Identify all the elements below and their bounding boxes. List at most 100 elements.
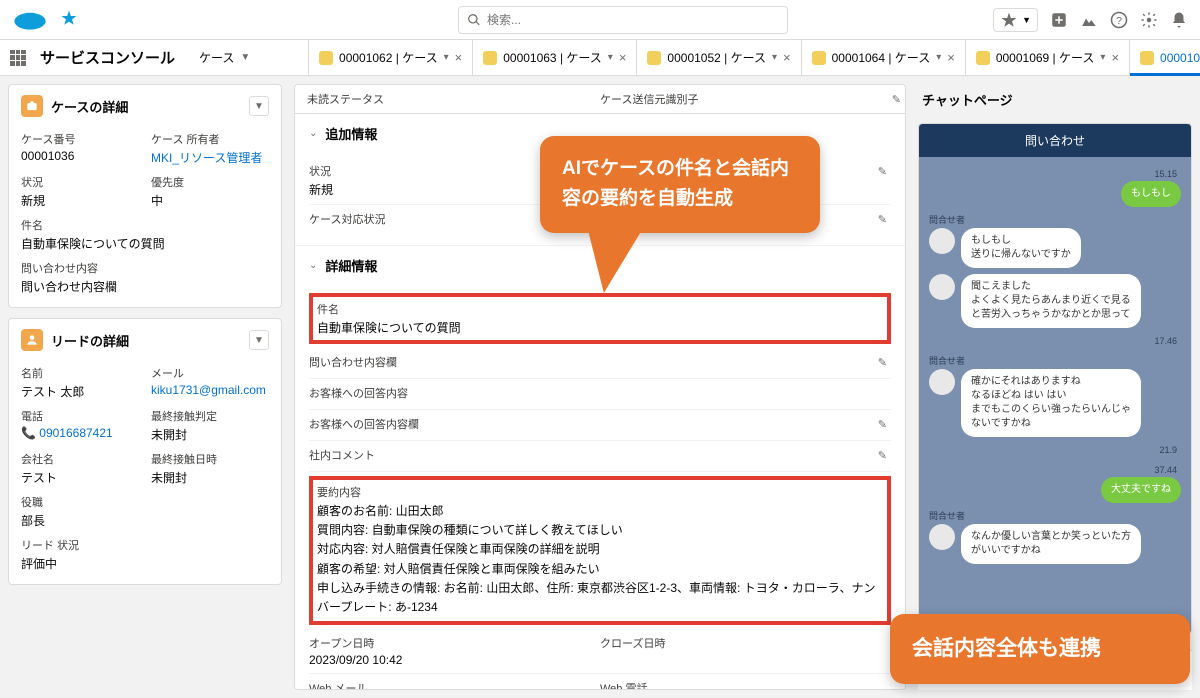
field-label: ケース 所有者 (151, 131, 269, 147)
card-title: ケースの詳細 (51, 97, 128, 116)
section-title: 追加情報 (325, 124, 377, 143)
field-value: 新規 (21, 192, 139, 209)
owner-link[interactable]: MKI_リソース管理者 (151, 149, 269, 166)
field-label: 問い合わせ内容 (21, 260, 269, 276)
case-detail-card: ケースの詳細 ▼ ケース番号00001036 ケース 所有者MKI_リソース管理… (8, 84, 282, 308)
global-search[interactable] (458, 6, 788, 34)
highlight-summary: 要約内容 顧客のお名前: 山田太郎質問内容: 自動車保険の種類について詳しく教え… (309, 476, 891, 625)
edit-icon[interactable]: ✎ (878, 165, 887, 178)
detail-column: 未読ステータス ケース送信元識別子 ⌄ 追加情報 状況新規✎ ケース対応状況✎ … (290, 76, 910, 698)
field-label: 最終接触日時 (151, 451, 269, 467)
email-link[interactable]: kiku1731@gmail.com (151, 383, 269, 397)
chat-bubble: 聞こえましたよくよく見たらあんまり近くで見ると苦労入っちゃうかなかとか思って (961, 274, 1141, 328)
timestamp: 15.15 (1154, 169, 1177, 179)
chevron-down-icon: ▾ (772, 52, 777, 63)
phone-link[interactable]: 📞 09016687421 (21, 426, 139, 440)
close-icon[interactable]: × (783, 50, 791, 65)
close-icon[interactable]: × (455, 50, 463, 65)
field-label: 電話 (21, 408, 139, 424)
chevron-down-icon: ⌄ (309, 260, 317, 271)
chat-message: 聞こえましたよくよく見たらあんまり近くで見ると苦労入っちゃうかなかとか思って (929, 274, 1181, 328)
field-label: オープン日時 (309, 635, 600, 651)
chat-message: 15.15もしもし (929, 167, 1181, 207)
field-label: Web メール (309, 680, 600, 690)
svg-text:?: ? (1116, 14, 1122, 26)
app-name: サービスコンソール (36, 47, 189, 68)
field-label: 役職 (21, 494, 139, 510)
collapse-button[interactable]: ▼ (249, 96, 269, 116)
collapse-button[interactable]: ▼ (249, 330, 269, 350)
close-icon[interactable]: × (947, 50, 955, 65)
nav-tab-primary[interactable]: ケース ▼ (189, 40, 309, 76)
bell-icon[interactable] (1170, 11, 1188, 29)
gear-icon[interactable] (1140, 11, 1158, 29)
right-sidebar: チャットページ 問い合わせ 15.15もしもし問合せ者もしもし送りに帰んないです… (910, 76, 1200, 698)
workspace-tab[interactable]: 00001064 | ケース▾× (802, 40, 966, 76)
tab-label: 00001064 | ケース (832, 49, 931, 66)
section-detailed: ⌄ 詳細情報 件名 自動車保険についての質問 問い合わせ内容欄✎ お客様への回答… (295, 246, 905, 690)
tab-label: ケース (199, 49, 234, 66)
field-label: クローズ日時 (600, 635, 891, 651)
edit-icon[interactable]: ✎ (878, 356, 887, 369)
chevron-down-icon: ▾ (1100, 52, 1105, 63)
avatar (929, 274, 955, 300)
help-icon[interactable]: ? (1110, 11, 1128, 29)
workspace-tab[interactable]: 00001052 | ケース ▾ × (637, 40, 801, 76)
trailhead-icon[interactable] (1080, 11, 1098, 29)
top-field-left: 未読ステータス (307, 91, 600, 107)
field-value: 中 (151, 192, 269, 209)
field-value: テスト 太郎 (21, 383, 139, 400)
field-label: 名前 (21, 365, 139, 381)
field-label: ケース番号 (21, 131, 139, 147)
field-label: 件名 (21, 217, 269, 233)
search-input[interactable] (487, 13, 779, 27)
chevron-down-icon: ▼ (240, 52, 250, 63)
case-icon (483, 51, 497, 65)
field-value: 未開封 (151, 426, 269, 443)
chevron-down-icon: ▾ (444, 52, 449, 63)
waffle-icon (10, 50, 26, 66)
highlight-subject: 件名 自動車保険についての質問 (309, 293, 891, 344)
chat-message: 37.44大丈夫ですね (929, 463, 1181, 503)
field-label: 要約内容 (317, 484, 883, 500)
workspace-tab[interactable]: 00001063 | ケース ▾ × (473, 40, 637, 76)
close-icon[interactable]: × (619, 50, 627, 65)
app-launcher[interactable] (0, 50, 36, 66)
case-icon (319, 51, 333, 65)
workspace-tab[interactable]: 00001036 | ケース▾× (1130, 40, 1200, 76)
workspace-tab[interactable]: 00001062 | ケース ▾ × (309, 40, 473, 76)
edit-icon[interactable]: ✎ (892, 93, 901, 106)
field-label: 状況 (21, 174, 139, 190)
chat-bubble: 確かにそれはありますねなるほどね はい はいまでもこのくらい強ったらいんじゃない… (961, 369, 1141, 437)
sender-label: 問合せ者 (929, 213, 965, 226)
chevron-down-icon: ▾ (608, 52, 613, 63)
tab-label: 00001063 | ケース (503, 49, 602, 66)
chat-bubble: もしもし送りに帰んないですか (961, 228, 1081, 268)
sender-label: 問合せ者 (929, 354, 965, 367)
chevron-down-icon: ▼ (1022, 15, 1031, 25)
chat-body: 15.15もしもし問合せ者もしもし送りに帰んないですか聞こえましたよくよく見たら… (919, 157, 1191, 574)
field-value: 問い合わせ内容欄 (21, 278, 269, 295)
close-icon[interactable]: × (1111, 50, 1119, 65)
favorites-button[interactable]: ▼ (993, 8, 1038, 32)
field-value: 自動車保険についての質問 (317, 319, 883, 336)
case-icon (647, 51, 661, 65)
edit-icon[interactable]: ✎ (878, 213, 887, 226)
app-navigation: サービスコンソール ケース ▼ 00001062 | ケース▾×00001063… (0, 40, 1200, 76)
section-title: 詳細情報 (325, 256, 377, 275)
workspace-tab[interactable]: 00001069 | ケース ▾ × (966, 40, 1130, 76)
tab-label: 00001052 | ケース (667, 49, 766, 66)
annotation-callout-1: AIでケースの件名と会話内容の要約を自動生成 (540, 136, 820, 233)
chat-bubble: 大丈夫ですね (1101, 477, 1181, 503)
chat-message: 問合せ者なんか優しい言葉とか笑っといた方がいいですかね (929, 509, 1181, 564)
tab-label: 00001062 | ケース (339, 49, 438, 66)
case-icon (812, 51, 826, 65)
add-icon[interactable] (1050, 11, 1068, 29)
edit-icon[interactable]: ✎ (878, 418, 887, 431)
case-icon (21, 95, 43, 117)
left-sidebar: ケースの詳細 ▼ ケース番号00001036 ケース 所有者MKI_リソース管理… (0, 76, 290, 698)
tab-label: 00001069 | ケース (996, 49, 1095, 66)
salesforce-logo (12, 8, 48, 32)
field-label: リード 状況 (21, 537, 139, 553)
edit-icon[interactable]: ✎ (878, 449, 887, 462)
